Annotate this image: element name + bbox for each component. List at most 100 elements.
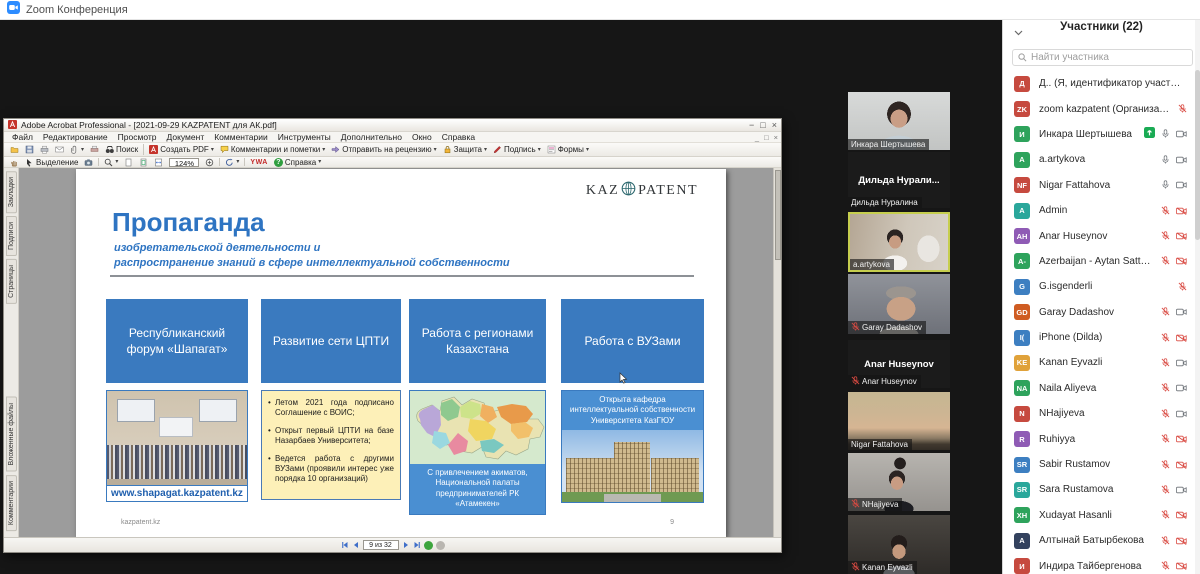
photo-screen-left — [117, 399, 155, 422]
tb2-page-width[interactable] — [151, 157, 166, 167]
participant-row[interactable]: GG.isgenderli — [1003, 274, 1195, 299]
tb1-print[interactable] — [37, 143, 52, 156]
participants-scrollbar[interactable] — [1195, 0, 1200, 574]
tb1-form[interactable]: Формы▾ — [544, 143, 592, 156]
tb1-label: Защита — [454, 145, 482, 154]
tb2-zoom-value[interactable]: 124% — [169, 158, 199, 167]
video-tile-5[interactable]: Anar HuseynovAnar Huseynov — [848, 340, 950, 388]
menu-5[interactable]: Комментарии — [209, 132, 273, 142]
participant-row[interactable]: SRSara Rustamova — [1003, 477, 1195, 502]
tb1-label: Поиск — [116, 145, 138, 154]
acrobat-toolbar-tasks: ▾ Поиск Создать PDF▾Комментарии и пометки▾… — [4, 143, 781, 157]
search-input[interactable] — [1031, 52, 1187, 63]
participant-name: a.artykova — [1039, 154, 1155, 165]
participant-search[interactable] — [1012, 49, 1193, 66]
tb2-page-actual[interactable] — [121, 157, 136, 167]
tb1-print-color[interactable] — [87, 143, 102, 156]
slide-subtitle: изобретательской деятельности и распрост… — [114, 241, 510, 271]
participant-row[interactable]: XHXudayat Hasanli — [1003, 503, 1195, 528]
video-tile-3[interactable]: a.artykova — [848, 212, 950, 272]
participant-name: Ruhiyya — [1039, 434, 1155, 445]
doc-restore-button[interactable]: □ — [764, 133, 769, 142]
tb2-select-arrow[interactable]: Выделение — [22, 157, 81, 167]
tb2-snapshot[interactable] — [81, 157, 96, 167]
nav-tab-bottom-2[interactable]: Комментарии — [6, 475, 17, 531]
tb2-rotate[interactable]: ▾ — [222, 157, 242, 167]
menu-2[interactable]: Редактирование — [38, 132, 113, 142]
nav-tab-1[interactable]: Закладки — [6, 171, 17, 213]
tb1-lock[interactable]: Защита▾ — [440, 143, 490, 156]
tb1-paperclip[interactable]: ▾ — [67, 143, 87, 156]
nav-tab-bottom-1[interactable]: Вложенные файлы — [6, 397, 17, 472]
last-page-button[interactable] — [413, 536, 421, 554]
participant-row[interactable]: NANaila Aliyeva — [1003, 376, 1195, 401]
participant-row[interactable]: SRSabir Rustamov — [1003, 452, 1195, 477]
doc-minimize-button[interactable]: _ — [755, 133, 759, 142]
video-tile-1[interactable]: Инкара Шертышева — [848, 92, 950, 150]
menu-9[interactable]: Справка — [437, 132, 480, 142]
tb1-save[interactable] — [22, 143, 37, 156]
first-page-button[interactable] — [341, 536, 349, 554]
participant-row[interactable]: NFNigar Fattahova — [1003, 173, 1195, 198]
participant-row[interactable]: AAdmin — [1003, 198, 1195, 223]
participant-row[interactable]: Aa.artykova — [1003, 147, 1195, 172]
tb1-pdf[interactable]: Создать PDF▾ — [146, 143, 217, 156]
view-mode-alt-icon[interactable] — [436, 541, 445, 550]
tb1-email[interactable] — [52, 143, 67, 156]
tb1-open-folder[interactable] — [7, 143, 22, 156]
tb2-page-fit[interactable] — [136, 157, 151, 167]
video-tile-4[interactable]: Garay Dadashov — [848, 274, 950, 334]
tb1-pen[interactable]: Подпись▾ — [490, 143, 544, 156]
menu-8[interactable]: Окно — [407, 132, 437, 142]
nav-tab-2[interactable]: Подписи — [6, 216, 17, 256]
menu-7[interactable]: Дополнительно — [336, 132, 407, 142]
video-tile-2[interactable]: Дильда Нурали...Дильда Нуралина — [848, 152, 950, 208]
participant-row[interactable]: ZKzoom kazpatent (Организатор) — [1003, 96, 1195, 121]
tb2-help[interactable]: ?Справка▾ — [271, 157, 324, 167]
mic-muted-icon — [1161, 252, 1170, 270]
menu-3[interactable]: Просмотр — [113, 132, 162, 142]
tb2-hand[interactable] — [7, 157, 22, 167]
maximize-button[interactable]: □ — [760, 121, 765, 130]
participant-row[interactable]: AАлтынай Батырбекова — [1003, 528, 1195, 553]
slide-column-shapagat: Республиканский форум «Шапагат» www.shap… — [106, 299, 248, 383]
menu-1[interactable]: Файл — [7, 132, 38, 142]
slide-subtitle-line2: распространение знаний в сфере интеллект… — [114, 256, 510, 271]
nav-tab-3[interactable]: Страницы — [6, 259, 17, 304]
participant-row[interactable]: KEKanan Eyvazli — [1003, 350, 1195, 375]
participant-row[interactable]: RRuhiyya — [1003, 426, 1195, 451]
chevron-down-icon: ▾ — [484, 147, 487, 153]
video-tile-6[interactable]: Nigar Fattahova — [848, 392, 950, 450]
participant-row[interactable]: I(iPhone (Dilda) — [1003, 325, 1195, 350]
document-scrollbar[interactable] — [773, 168, 781, 537]
participant-row[interactable]: ДД.. (Я, идентификатор участника: 447846… — [1003, 71, 1195, 96]
minimize-button[interactable]: − — [749, 121, 754, 130]
participant-row[interactable]: ИИндира Тайбергенова — [1003, 553, 1195, 574]
tb2-zoom-in[interactable] — [202, 157, 217, 167]
mic-icon — [1161, 176, 1170, 194]
previous-page-button[interactable] — [352, 536, 360, 554]
menu-4[interactable]: Документ — [162, 132, 210, 142]
tb2-zoom-magnifier[interactable]: ▾ — [101, 157, 121, 167]
video-tile-7[interactable]: NHajiyeva — [848, 453, 950, 511]
tb2-zoom-level[interactable]: 124% — [166, 157, 202, 167]
participant-row[interactable]: NNHajiyeva — [1003, 401, 1195, 426]
next-page-button[interactable] — [402, 536, 410, 554]
participant-row[interactable]: A-Azerbaijan - Aytan Sattarzada — [1003, 249, 1195, 274]
participant-row[interactable]: GDGaray Dadashov — [1003, 300, 1195, 325]
mic-muted-icon — [1161, 227, 1170, 245]
tb2-button-13[interactable]: YWA — [247, 157, 270, 167]
tb1-review[interactable]: Отправить на рецензию▾ — [328, 143, 439, 156]
tb1-comment[interactable]: Комментарии и пометки▾ — [217, 143, 328, 156]
menu-6[interactable]: Инструменты — [273, 132, 336, 142]
page-indicator[interactable]: 9 из 32 — [363, 540, 399, 550]
acrobat-title-text: Adobe Acrobat Professional - [2021-09-29… — [21, 120, 745, 130]
participant-row[interactable]: ИИнкара Шертышева — [1003, 122, 1195, 147]
close-button[interactable]: × — [772, 121, 777, 130]
view-mode-icon[interactable] — [424, 541, 433, 550]
tb1-binoculars[interactable]: Поиск — [102, 143, 141, 156]
participant-row[interactable]: AHAnar Huseynov — [1003, 223, 1195, 248]
doc-close-button[interactable]: × — [774, 133, 778, 142]
video-tile-8[interactable]: Kanan Eyvazli — [848, 515, 950, 574]
tile-name-label: Kanan Eyvazli — [848, 561, 917, 574]
